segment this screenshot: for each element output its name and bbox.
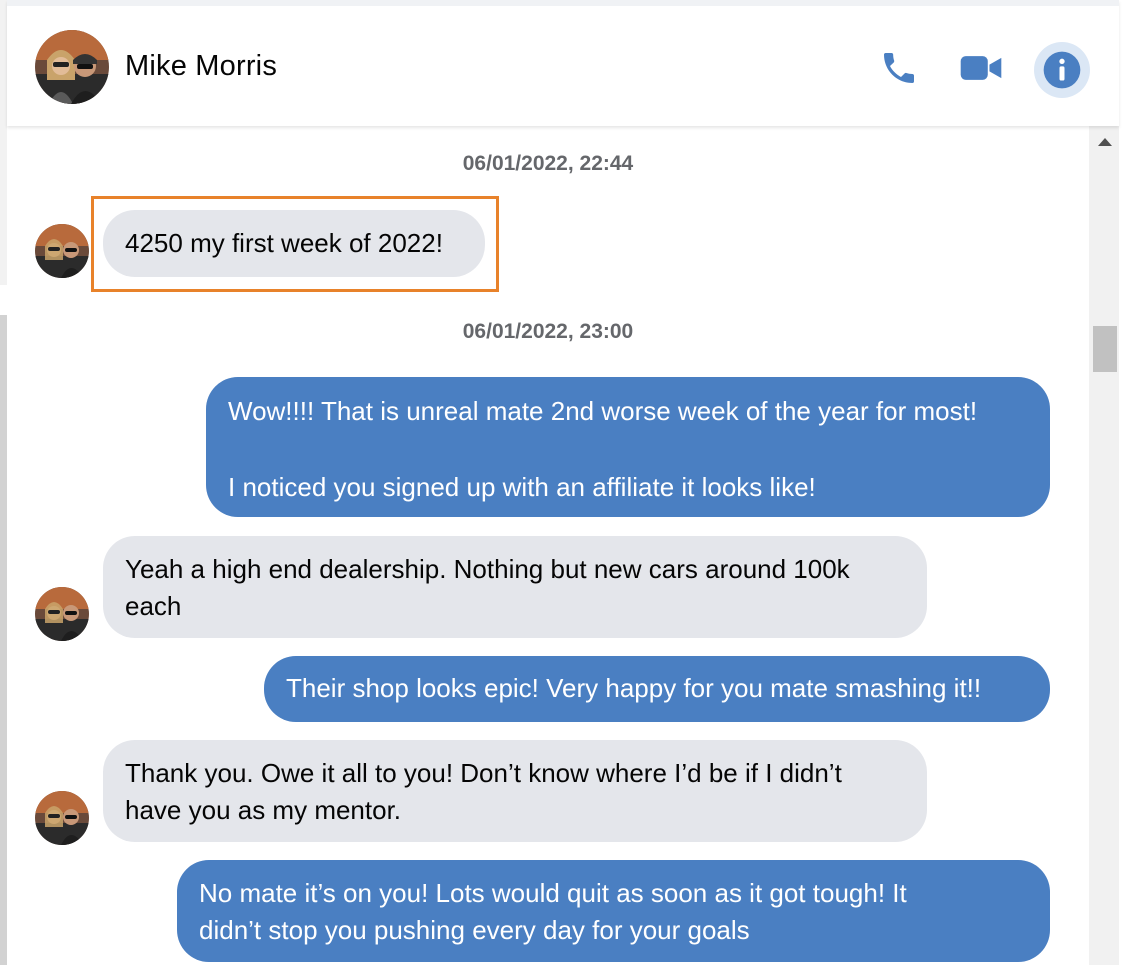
contact-avatar[interactable] xyxy=(35,30,109,104)
phone-icon[interactable] xyxy=(877,46,921,90)
scroll-up-arrow-icon[interactable] xyxy=(1098,138,1112,146)
info-icon[interactable] xyxy=(1034,42,1090,98)
contact-avatar-small xyxy=(35,224,89,278)
message-timestamp: 06/01/2022, 23:00 xyxy=(462,320,634,343)
outgoing-message[interactable]: Wow!!!! That is unreal mate 2nd worse we… xyxy=(206,377,1050,517)
window-right-edge xyxy=(1119,0,1124,965)
incoming-message[interactable]: Yeah a high end dealership. Nothing but … xyxy=(103,536,927,638)
incoming-message[interactable]: 4250 my first week of 2022! xyxy=(103,210,485,277)
left-edge-lower xyxy=(0,315,7,965)
outgoing-message[interactable]: Their shop looks epic! Very happy for yo… xyxy=(264,656,1050,722)
message-timestamp: 06/01/2022, 22:44 xyxy=(462,152,634,175)
chat-header: Mike Morris xyxy=(7,0,1119,126)
message-list[interactable]: 06/01/2022, 22:44 4250 my first week of … xyxy=(7,126,1089,965)
window-left-edge xyxy=(0,0,7,965)
contact-avatar-small xyxy=(35,587,89,641)
contact-name[interactable]: Mike Morris xyxy=(125,50,277,83)
contact-avatar-small xyxy=(35,791,89,845)
scrollbar[interactable] xyxy=(1089,126,1119,965)
video-camera-icon[interactable] xyxy=(959,46,1003,90)
scrollbar-thumb[interactable] xyxy=(1093,326,1117,372)
incoming-message[interactable]: Thank you. Owe it all to you! Don’t know… xyxy=(103,740,927,842)
left-edge-upper xyxy=(0,0,7,285)
outgoing-message[interactable]: No mate it’s on you! Lots would quit as … xyxy=(177,860,1050,962)
